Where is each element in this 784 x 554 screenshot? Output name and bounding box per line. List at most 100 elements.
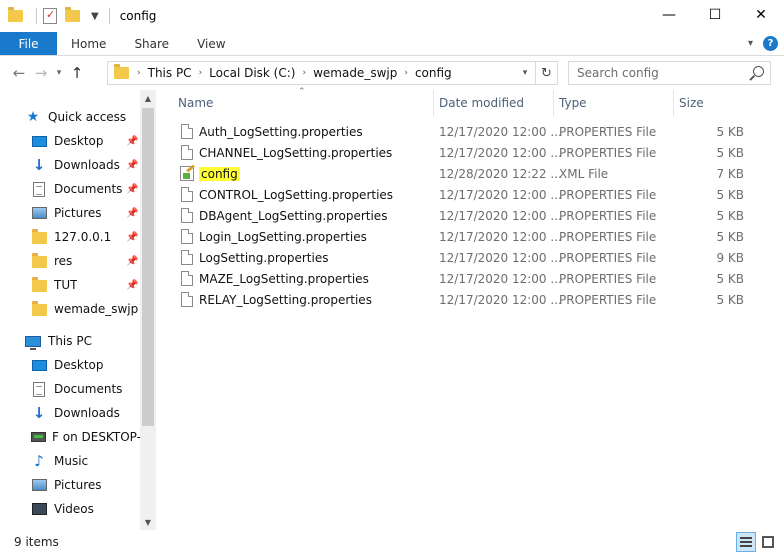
column-header-size[interactable]: Size: [679, 90, 704, 116]
help-icon[interactable]: ?: [763, 36, 778, 51]
search-icon[interactable]: [753, 66, 764, 77]
column-divider[interactable]: [433, 90, 434, 116]
file-row[interactable]: CHANNEL_LogSetting.properties 12/17/2020…: [176, 142, 756, 163]
nav-qa-desktop[interactable]: Desktop 📌: [0, 130, 140, 152]
pin-icon[interactable]: 📌: [126, 280, 138, 291]
nav-label: Videos: [54, 502, 94, 516]
file-row[interactable]: Auth_LogSetting.properties 12/17/2020 12…: [176, 121, 756, 142]
nav-qa-tut[interactable]: TUT 📌: [0, 274, 140, 296]
file-date: 12/17/2020 12:00 ...: [439, 292, 562, 307]
column-header-name[interactable]: Name: [178, 90, 213, 116]
column-divider[interactable]: [673, 90, 674, 116]
scroll-down-chevron-icon[interactable]: ▼: [140, 514, 156, 530]
pin-icon[interactable]: 📌: [126, 208, 138, 219]
refresh-icon[interactable]: ↻: [535, 62, 557, 84]
file-row[interactable]: RELAY_LogSetting.properties 12/17/2020 1…: [176, 289, 756, 310]
nav-pc-videos[interactable]: Videos: [0, 498, 140, 520]
breadcrumb-wemade-swjp[interactable]: wemade_swjp: [313, 66, 397, 80]
status-bar: 9 items: [0, 530, 784, 554]
nav-label: F on DESKTOP-B: [52, 430, 140, 444]
tab-share[interactable]: Share: [120, 32, 183, 55]
properties-icon[interactable]: [43, 8, 59, 24]
column-divider[interactable]: [553, 90, 554, 116]
pin-icon[interactable]: 📌: [126, 232, 138, 243]
nav-pc-documents[interactable]: Documents: [0, 378, 140, 400]
address-dropdown-chevron-icon[interactable]: ▾: [517, 62, 533, 84]
file-name: LogSetting.properties: [199, 250, 329, 265]
file-row[interactable]: config 12/28/2020 12:22 ... XML File 7 K…: [176, 163, 756, 184]
file-size: 5 KB: [716, 208, 744, 223]
nav-pc-network-drive[interactable]: F on DESKTOP-B: [0, 426, 140, 448]
file-row[interactable]: LogSetting.properties 12/17/2020 12:00 .…: [176, 247, 756, 268]
window-title: config: [119, 9, 157, 23]
file-type: PROPERTIES File: [559, 292, 657, 307]
recent-locations-chevron-icon[interactable]: ▾: [52, 68, 66, 78]
scroll-up-chevron-icon[interactable]: ▲: [140, 90, 156, 106]
file-row[interactable]: CONTROL_LogSetting.properties 12/17/2020…: [176, 184, 756, 205]
column-header-date[interactable]: Date modified: [439, 90, 524, 116]
nav-qa-documents[interactable]: Documents 📌: [0, 178, 140, 200]
desktop-icon: [28, 359, 50, 371]
customize-toolbar-chevron-icon[interactable]: ▼: [91, 11, 99, 22]
file-size: 5 KB: [716, 292, 744, 307]
breadcrumb-chevron-icon[interactable]: ›: [137, 68, 141, 78]
search-input[interactable]: [577, 66, 747, 80]
tab-view[interactable]: View: [183, 32, 239, 55]
breadcrumb-config[interactable]: config: [415, 66, 452, 80]
pin-icon[interactable]: 📌: [126, 136, 138, 147]
nav-this-pc[interactable]: This PC: [0, 330, 140, 352]
xml-file-icon: [180, 166, 194, 181]
tab-file[interactable]: File: [0, 32, 57, 55]
nav-label: Desktop: [54, 134, 104, 148]
nav-scrollbar[interactable]: ▲ ▼: [140, 90, 156, 530]
file-row[interactable]: Login_LogSetting.properties 12/17/2020 1…: [176, 226, 756, 247]
tab-home[interactable]: Home: [57, 32, 120, 55]
breadcrumb-this-pc[interactable]: This PC: [148, 66, 192, 80]
maximize-button[interactable]: ☐: [692, 0, 738, 30]
downloads-icon: ↓: [32, 404, 46, 422]
pin-icon[interactable]: 📌: [126, 160, 138, 171]
details-view-button[interactable]: [736, 532, 756, 552]
pin-icon[interactable]: 📌: [126, 256, 138, 267]
pin-icon[interactable]: 📌: [126, 184, 138, 195]
nav-pc-desktop[interactable]: Desktop: [0, 354, 140, 376]
up-arrow-icon[interactable]: ↑: [66, 64, 88, 82]
expand-ribbon-chevron-icon[interactable]: ▾: [748, 38, 753, 49]
nav-pc-pictures[interactable]: Pictures: [0, 474, 140, 496]
forward-arrow-icon[interactable]: →: [30, 64, 52, 82]
nav-label: res: [54, 254, 73, 268]
file-name: CONTROL_LogSetting.properties: [199, 187, 394, 202]
breadcrumb-chevron-icon[interactable]: ›: [199, 68, 203, 78]
address-bar[interactable]: › This PC › Local Disk (C:) › wemade_swj…: [107, 61, 558, 85]
file-row[interactable]: MAZE_LogSetting.properties 12/17/2020 12…: [176, 268, 756, 289]
back-arrow-icon[interactable]: ←: [8, 64, 30, 82]
breadcrumb-chevron-icon[interactable]: ›: [404, 68, 408, 78]
file-name: Auth_LogSetting.properties: [199, 124, 363, 139]
close-button[interactable]: ✕: [738, 0, 784, 30]
nav-qa-downloads[interactable]: ↓ Downloads 📌: [0, 154, 140, 176]
details-view-icon: [740, 537, 752, 547]
file-icon: [181, 187, 193, 202]
nav-qa-127-0-0-1[interactable]: 127.0.0.1 📌: [0, 226, 140, 248]
breadcrumb-chevron-icon[interactable]: ›: [302, 68, 306, 78]
new-folder-icon[interactable]: [65, 7, 81, 24]
nav-qa-pictures[interactable]: Pictures 📌: [0, 202, 140, 224]
large-icons-view-button[interactable]: [758, 532, 778, 552]
nav-label: TUT: [54, 278, 78, 292]
nav-pc-downloads[interactable]: ↓ Downloads: [0, 402, 140, 424]
file-type: XML File: [559, 166, 609, 181]
file-type: PROPERTIES File: [559, 187, 657, 202]
search-box[interactable]: [568, 61, 771, 85]
scroll-thumb[interactable]: [142, 108, 154, 426]
nav-quick-access[interactable]: ★ Quick access: [0, 106, 140, 128]
file-icon: [181, 271, 193, 286]
minimize-button[interactable]: —: [646, 0, 692, 30]
nav-qa-res[interactable]: res 📌: [0, 250, 140, 272]
file-row[interactable]: DBAgent_LogSetting.properties 12/17/2020…: [176, 205, 756, 226]
file-date: 12/17/2020 12:00 ...: [439, 145, 562, 160]
breadcrumb-local-disk[interactable]: Local Disk (C:): [209, 66, 295, 80]
nav-pc-music[interactable]: ♪ Music: [0, 450, 140, 472]
nav-qa-wemade-swjp[interactable]: wemade_swjp: [0, 298, 140, 320]
column-header-type[interactable]: Type: [559, 90, 587, 116]
videos-icon: [28, 503, 50, 515]
